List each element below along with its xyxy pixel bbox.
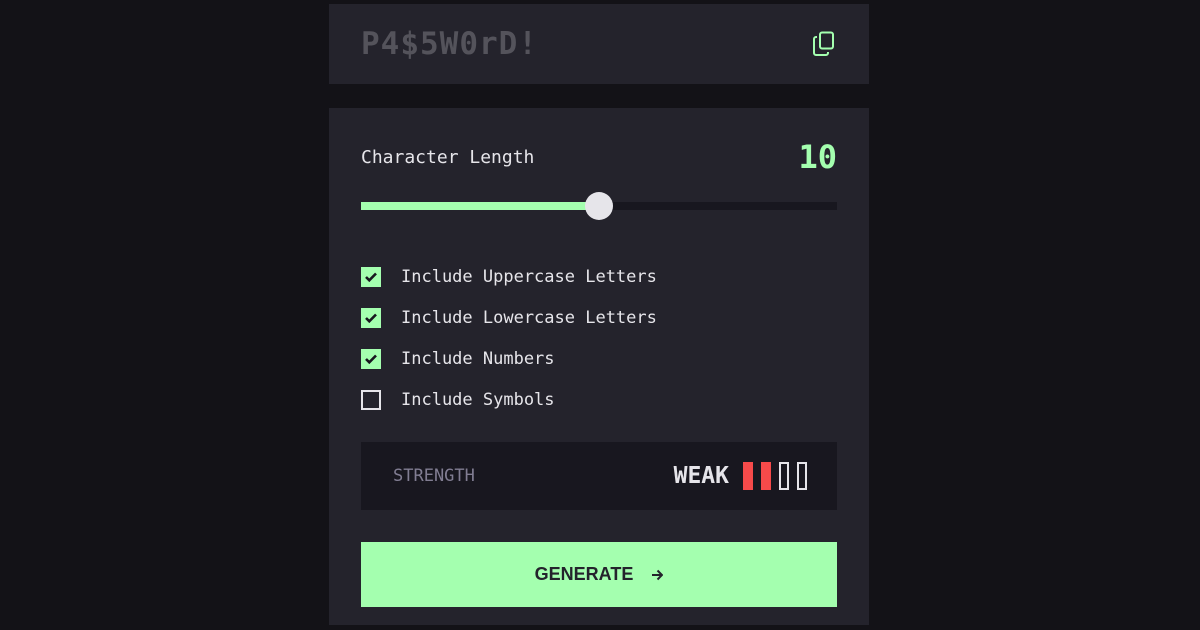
options-list: Include Uppercase Letters Include Lowerc…	[361, 256, 837, 420]
length-value: 10	[798, 138, 837, 176]
option-uppercase[interactable]: Include Uppercase Letters	[361, 256, 837, 297]
slider-fill	[361, 202, 599, 210]
strength-bars	[743, 462, 807, 490]
password-display: P4$5W0rD!	[329, 4, 869, 84]
option-symbols[interactable]: Include Symbols	[361, 379, 837, 420]
length-label: Character Length	[361, 146, 535, 168]
copy-icon[interactable]	[813, 30, 837, 58]
checkbox-checked[interactable]	[361, 348, 381, 369]
length-slider[interactable]	[361, 192, 837, 220]
strength-word: WEAK	[673, 463, 729, 489]
checkbox-unchecked[interactable]	[361, 389, 381, 410]
slider-thumb[interactable]	[585, 192, 613, 220]
password-generator: P4$5W0rD! Character Length 10 Include Up…	[329, 4, 869, 625]
strength-bar	[761, 462, 771, 490]
strength-label: STRENGTH	[393, 466, 475, 486]
strength-meter: STRENGTH WEAK	[361, 442, 837, 510]
strength-bar	[797, 462, 807, 490]
option-numbers[interactable]: Include Numbers	[361, 338, 837, 379]
settings-card: Character Length 10 Include Uppercase Le…	[329, 108, 869, 625]
option-label: Include Uppercase Letters	[401, 266, 657, 287]
option-lowercase[interactable]: Include Lowercase Letters	[361, 297, 837, 338]
option-label: Include Symbols	[401, 389, 555, 410]
arrow-right-icon	[652, 569, 664, 580]
strength-bar	[779, 462, 789, 490]
strength-bar	[743, 462, 753, 490]
checkbox-checked[interactable]	[361, 266, 381, 287]
generate-button[interactable]: GENERATE	[361, 542, 837, 607]
length-row: Character Length 10	[361, 138, 837, 176]
checkbox-checked[interactable]	[361, 307, 381, 328]
password-output: P4$5W0rD!	[361, 26, 538, 62]
generate-label: GENERATE	[534, 564, 634, 584]
strength-indicator: WEAK	[674, 462, 807, 490]
option-label: Include Lowercase Letters	[401, 307, 657, 328]
option-label: Include Numbers	[401, 348, 555, 369]
